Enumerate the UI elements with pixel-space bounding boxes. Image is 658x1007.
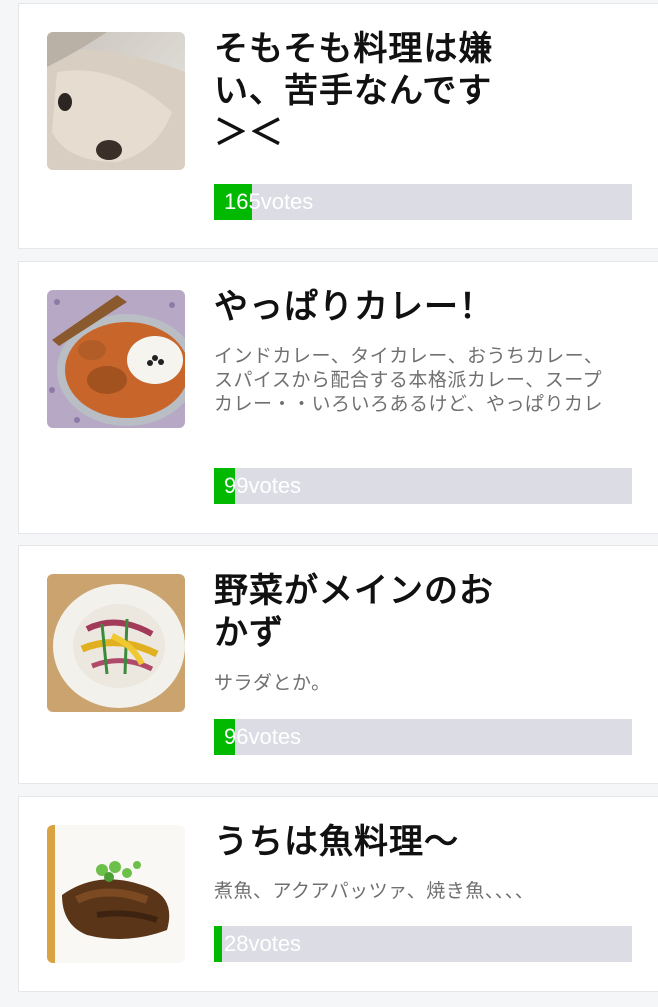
- vote-bar: 96votes: [214, 719, 632, 755]
- option-description: 煮魚、アクアパッツァ、焼き魚、、、、: [214, 880, 535, 902]
- vegetable-salad-photo-image: [47, 574, 185, 712]
- vote-count-label: 96votes: [224, 724, 302, 749]
- simmered-fish-photo-image: [47, 825, 185, 963]
- vote-bar: 99votes: [214, 468, 632, 504]
- option-title: そもそも料理は嫌い、苦手なんです＞＜: [214, 29, 494, 153]
- option-title: 野菜がメインのおかず: [214, 571, 494, 653]
- vote-count-label: 99votes: [224, 473, 302, 498]
- option-thumbnail: [47, 32, 185, 170]
- poll-option-card[interactable]: そもそも料理は嫌い、苦手なんです＞＜ 165votes: [18, 3, 658, 249]
- vote-bar: 165votes: [214, 184, 632, 220]
- option-thumbnail: [47, 825, 185, 963]
- vote-bar: 28votes: [214, 926, 632, 962]
- option-title: うちは魚料理〜: [214, 822, 459, 862]
- poll-option-card[interactable]: うちは魚料理〜 煮魚、アクアパッツァ、焼き魚、、、、 28votes: [18, 796, 658, 992]
- option-description: インドカレー、タイカレー、おうちカレー、スパイスから配合する本格派カレー、スープ…: [214, 345, 604, 415]
- curry-rice-photo-image: [47, 290, 185, 428]
- dog-photo-image: [47, 32, 185, 170]
- vote-count-label: 165votes: [224, 189, 314, 214]
- vote-count-label: 28votes: [224, 931, 302, 956]
- vote-bar-fill: [214, 926, 223, 962]
- option-thumbnail: [47, 290, 185, 428]
- option-description: サラダとか。: [214, 672, 331, 694]
- option-thumbnail: [47, 574, 185, 712]
- option-title: やっぱりカレー！: [214, 287, 494, 327]
- poll-results-list: そもそも料理は嫌い、苦手なんです＞＜ 165votes やっぱりカレー！ インド…: [0, 0, 658, 1007]
- poll-option-card[interactable]: 野菜がメインのおかず サラダとか。 96votes: [18, 545, 658, 784]
- poll-option-card[interactable]: やっぱりカレー！ インドカレー、タイカレー、おうちカレー、スパイスから配合する本…: [18, 261, 658, 534]
